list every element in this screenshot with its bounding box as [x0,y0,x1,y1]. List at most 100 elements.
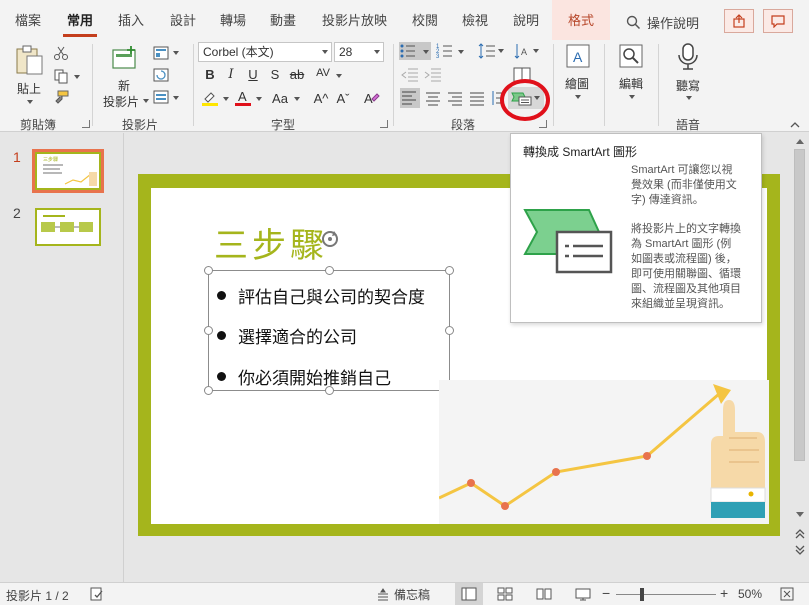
bullets-button[interactable] [399,42,431,60]
previous-slide-icon[interactable] [795,529,805,539]
tooltip-line: 覺效果 (而非僅使用文 [631,179,737,191]
shadow-button[interactable]: S [266,67,284,82]
collapse-ribbon-icon[interactable] [790,120,800,128]
case-dropdown-arrow[interactable] [294,97,300,101]
slideshow-icon[interactable] [575,587,591,601]
underline-button[interactable]: U [244,67,262,82]
scrollbar-thumb[interactable] [794,149,805,461]
section-icon[interactable] [153,90,169,104]
section-dropdown-arrow[interactable] [173,96,179,100]
zoom-slider-thumb[interactable] [640,588,644,601]
tab-insert[interactable]: 插入 [118,13,144,33]
tab-file[interactable]: 檔案 [15,13,41,33]
next-slide-icon[interactable] [795,545,805,555]
line-spacing-dropdown-arrow[interactable] [498,49,504,53]
decrease-font-size-button[interactable]: Aˇ [334,91,352,106]
copy-dropdown-arrow[interactable] [74,75,80,79]
resize-handle[interactable] [204,326,213,335]
resize-handle[interactable] [204,386,213,395]
resize-handle[interactable] [325,386,334,395]
resize-handle[interactable] [445,326,454,335]
align-left-button[interactable] [400,88,420,108]
numbering-button[interactable]: 123 [436,42,466,60]
new-slide-button[interactable]: 新 投影片 [103,44,149,110]
vertical-scrollbar[interactable] [790,133,809,582]
zoom-level[interactable]: 50% [738,587,762,601]
paste-button[interactable]: 貼上 [12,44,46,106]
tab-animations[interactable]: 動畫 [270,13,296,33]
notes-label: 備忘稿 [394,588,431,602]
text-direction-dropdown-arrow[interactable] [533,49,539,53]
resize-handle[interactable] [445,266,454,275]
tab-home[interactable]: 常用 [62,13,98,37]
status-bar: 投影片 1 / 2 備忘稿 − + 50% [0,582,809,605]
reading-view-icon[interactable] [536,587,552,601]
slide-thumbnail-2[interactable] [35,208,101,246]
reset-icon[interactable] [153,68,169,82]
share-button[interactable] [724,9,754,33]
rotate-handle-icon[interactable] [319,228,341,250]
tell-me-search[interactable]: 操作說明 [626,12,699,32]
scroll-down-icon[interactable] [795,511,805,519]
spacing-dropdown-arrow[interactable] [336,74,342,78]
change-case-button[interactable]: Aa [268,91,292,106]
bold-button[interactable]: B [201,67,219,82]
comments-button[interactable] [763,9,793,33]
spell-check-icon[interactable] [90,587,104,601]
normal-view-button[interactable] [455,583,483,605]
character-spacing-button[interactable]: AV [312,67,334,79]
resize-handle[interactable] [325,266,334,275]
tab-design[interactable]: 設計 [170,13,196,33]
editing-button[interactable]: 編輯 [614,42,648,108]
bullet-item[interactable]: 你必須開始推銷自己 [217,364,391,389]
decrease-indent-icon[interactable] [401,67,419,83]
highlight-color-icon[interactable] [201,89,219,107]
notes-button[interactable]: 備忘稿 [376,586,430,603]
font-name-combo[interactable]: Corbel (本文) [198,42,332,62]
tab-view[interactable]: 檢視 [462,13,488,33]
text-direction-icon[interactable]: A [513,42,531,60]
separator [553,44,554,126]
strikethrough-button[interactable]: ab [288,67,306,82]
resize-handle[interactable] [204,266,213,275]
dictate-button[interactable]: 聽寫 [670,42,706,108]
zoom-in-button[interactable]: + [720,585,728,601]
font-color-dropdown-arrow[interactable] [256,97,262,101]
format-painter-icon[interactable] [53,90,69,106]
layout-icon[interactable] [153,46,169,60]
zoom-slider[interactable] [616,588,716,601]
zoom-out-button[interactable]: − [602,585,610,601]
align-right-icon[interactable] [446,89,464,107]
fit-to-window-icon[interactable] [780,587,794,601]
growth-chart-illustration[interactable] [439,380,769,524]
slide-title[interactable]: 三步驟 [214,218,328,267]
increase-font-size-button[interactable]: A^ [312,91,330,106]
tab-help[interactable]: 說明 [513,13,539,33]
increase-indent-icon[interactable] [424,67,442,83]
tab-slideshow[interactable]: 投影片放映 [322,13,387,33]
paragraph-launcher[interactable] [539,120,547,128]
clear-formatting-icon[interactable]: A [362,90,380,108]
font-color-icon[interactable]: A [234,89,252,107]
layout-dropdown-arrow[interactable] [173,51,179,55]
slide-thumbnail-1[interactable]: 三步驟 [32,149,104,193]
copy-icon[interactable] [53,68,69,84]
font-launcher[interactable] [380,120,388,128]
tab-transitions[interactable]: 轉場 [220,13,246,33]
clipboard-launcher[interactable] [82,120,90,128]
content-placeholder[interactable]: 評估自己與公司的契合度 選擇適合的公司 你必須開始推銷自己 [204,266,454,395]
line-spacing-icon[interactable] [478,42,496,60]
align-center-icon[interactable] [424,89,442,107]
font-size-combo[interactable]: 28 [334,42,384,62]
slide-sorter-icon[interactable] [497,587,513,601]
drawing-button[interactable]: A 繪圖 [561,42,595,108]
tab-format[interactable]: 格式 [568,13,594,33]
scroll-up-icon[interactable] [795,137,805,145]
bullet-item[interactable]: 評估自己與公司的契合度 [217,283,425,308]
tab-review[interactable]: 校閱 [412,13,438,33]
justify-icon[interactable] [468,89,486,107]
cut-icon[interactable] [53,45,69,61]
italic-button[interactable]: I [222,67,240,82]
highlight-dropdown-arrow[interactable] [223,97,229,101]
bullet-item[interactable]: 選擇適合的公司 [217,323,357,348]
